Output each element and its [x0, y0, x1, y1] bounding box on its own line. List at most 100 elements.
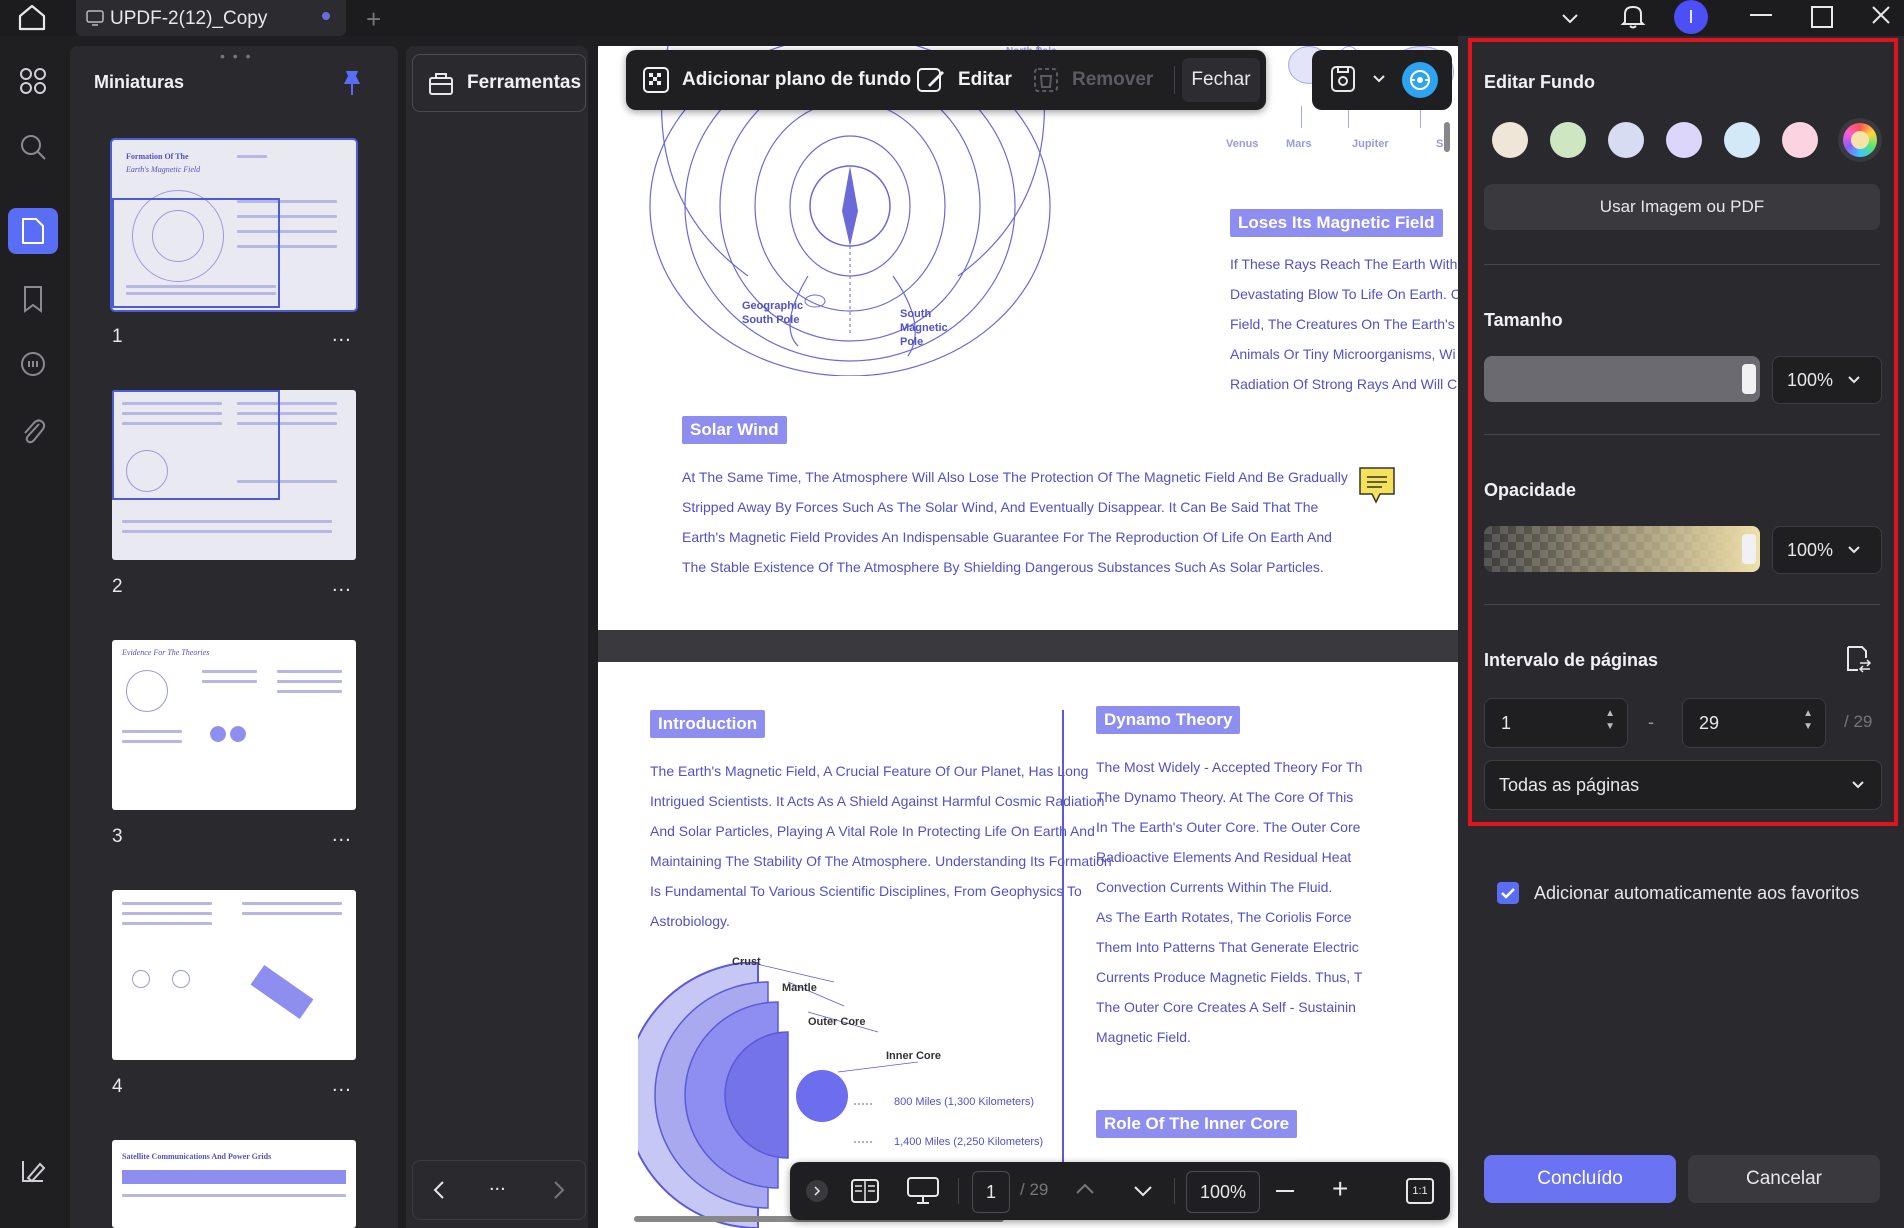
zoom-level-input[interactable]: 100%	[1186, 1171, 1260, 1213]
thumbnails-panel: • • • Miniaturas Formation Of The Earth'…	[70, 46, 398, 1228]
home-icon[interactable]	[14, 2, 50, 32]
diagram-label: Outer Core	[808, 1016, 866, 1028]
use-image-or-pdf-button[interactable]: Usar Imagem ou PDF	[1484, 184, 1880, 230]
opacity-title: Opacidade	[1484, 480, 1577, 500]
cancel-button[interactable]: Cancelar	[1688, 1155, 1880, 1203]
tools-button[interactable]: Ferramentas	[412, 54, 586, 112]
planet-label: S	[1436, 138, 1444, 150]
sidebar-toggle-icon[interactable]	[8, 1148, 58, 1194]
color-swatch-lavender[interactable]	[1666, 122, 1702, 158]
chevron-down-icon[interactable]	[1560, 8, 1580, 28]
section-heading: Dynamo Theory	[1096, 706, 1241, 734]
actual-size-button[interactable]: 1:1	[1406, 1178, 1434, 1204]
document-tab[interactable]: UPDF-2(12)_Copy	[76, 0, 346, 36]
color-swatch-blue-gray[interactable]	[1608, 122, 1644, 158]
chevron-right-icon[interactable]	[551, 1179, 567, 1201]
remove-background-button[interactable]: Remover	[1032, 50, 1153, 110]
next-page-icon[interactable]	[1132, 1184, 1154, 1198]
diagram-label: Magnetic	[900, 322, 948, 334]
page-thumbnail[interactable]: Satellite Communications And Power Grids	[112, 1140, 356, 1228]
page-thumbnail[interactable]: Evidence For The Theories	[112, 640, 356, 810]
thumbnail-more-button[interactable]: ...	[332, 574, 352, 597]
body-text: If These Rays Reach The Earth With	[1230, 256, 1458, 272]
planet-label: Jupiter	[1352, 138, 1389, 150]
zoom-in-icon[interactable]: +	[1332, 1174, 1348, 1204]
bookmark-icon[interactable]	[8, 276, 58, 322]
pin-icon[interactable]	[340, 68, 364, 98]
page-thumbnail[interactable]	[112, 890, 356, 1060]
close-icon[interactable]	[1868, 2, 1894, 28]
collapse-toolbar-icon[interactable]	[806, 1180, 828, 1202]
edit-background-button[interactable]: Editar	[916, 50, 1012, 110]
page-thumbnail[interactable]	[112, 390, 356, 560]
page-thumbnail[interactable]: Formation Of The Earth's Magnetic Field	[112, 140, 356, 310]
add-background-button[interactable]: Adicionar plano de fundo	[642, 50, 911, 110]
size-slider[interactable]	[1484, 356, 1760, 402]
maximize-icon[interactable]	[1811, 6, 1833, 28]
opacity-slider-handle[interactable]	[1742, 534, 1756, 564]
apps-grid-icon[interactable]	[8, 58, 58, 104]
pdf-page: Geographic South Pole South Magnetic Pol…	[598, 46, 1458, 630]
body-text: As The Earth Rotates, The Coriolis Force	[1096, 909, 1352, 925]
page-range-to-input[interactable]: 29 ▲ ▼	[1682, 698, 1826, 748]
ai-assistant-icon[interactable]	[1402, 62, 1438, 98]
planet-label: Mars	[1286, 138, 1312, 150]
stepper-arrows-icon[interactable]: ▲ ▼	[1605, 707, 1615, 733]
diagram-label: Geographic	[742, 300, 804, 312]
more-button[interactable]: ...	[489, 1173, 506, 1196]
thumbnail-more-button[interactable]: ...	[332, 324, 352, 347]
body-text: Earth's Magnetic Field Provides An Indis…	[682, 529, 1332, 545]
checkmark-icon	[1501, 888, 1515, 899]
user-avatar[interactable]: I	[1674, 0, 1708, 34]
document-icon	[86, 10, 104, 26]
custom-color-picker[interactable]	[1838, 118, 1882, 162]
size-dropdown[interactable]: 100%	[1772, 356, 1882, 404]
page-range-select[interactable]: Todas as páginas	[1484, 760, 1882, 810]
stepper-arrows-icon[interactable]: ▲ ▼	[1803, 707, 1813, 733]
document-view[interactable]: Geographic South Pole South Magnetic Pol…	[598, 46, 1458, 1228]
body-text: Maintaining The Stability Of The Atmosph…	[650, 853, 1112, 869]
done-button[interactable]: Concluído	[1484, 1155, 1676, 1203]
size-title: Tamanho	[1484, 310, 1563, 330]
opacity-dropdown[interactable]: 100%	[1772, 526, 1882, 574]
thumbnail-more-button[interactable]: ...	[332, 824, 352, 847]
chevron-left-icon[interactable]	[431, 1179, 447, 1201]
color-swatch-beige[interactable]	[1492, 122, 1528, 158]
body-text: The Outer Core Creates A Self - Sustaini…	[1096, 999, 1356, 1015]
zoom-out-icon[interactable]	[1276, 1190, 1294, 1192]
body-text: The Dynamo Theory. At The Core Of This	[1096, 789, 1354, 805]
vertical-scrollbar[interactable]	[1444, 122, 1450, 152]
size-slider-handle[interactable]	[1742, 364, 1756, 394]
page-range-swap-icon[interactable]	[1844, 644, 1872, 674]
close-background-button[interactable]: Fechar	[1182, 58, 1260, 102]
bell-icon[interactable]	[1620, 2, 1646, 30]
opacity-slider[interactable]	[1484, 526, 1760, 572]
current-page-input[interactable]: 1	[972, 1171, 1010, 1213]
color-swatch-light-blue[interactable]	[1724, 122, 1760, 158]
auto-favorites-checkbox[interactable]	[1497, 882, 1519, 904]
drag-handle[interactable]: • • •	[220, 48, 252, 64]
previous-page-icon[interactable]	[1074, 1182, 1096, 1196]
presentation-icon[interactable]	[906, 1176, 940, 1206]
color-swatch-pink[interactable]	[1782, 122, 1818, 158]
comment-icon[interactable]	[8, 342, 58, 388]
thumbnails-page-icon[interactable]	[8, 208, 58, 254]
color-swatch-green[interactable]	[1550, 122, 1586, 158]
page-range-from-input[interactable]: 1 ▲ ▼	[1484, 698, 1628, 748]
thumbnail-page-number: 3	[112, 826, 123, 847]
body-text: And Solar Particles, Playing A Vital Rol…	[650, 823, 1095, 839]
range-total-label: / 29	[1844, 712, 1873, 731]
comment-note-icon[interactable]	[1358, 466, 1396, 504]
body-text: The Most Widely - Accepted Theory For Th	[1096, 759, 1363, 775]
thumbnail-more-button[interactable]: ...	[332, 1074, 352, 1097]
save-icon[interactable]	[1330, 64, 1356, 94]
page-layout-icon[interactable]	[850, 1178, 880, 1204]
thumbnail-page-number: 1	[112, 326, 123, 347]
chevron-down-icon[interactable]	[1372, 74, 1386, 84]
diagram-label: South Pole	[742, 314, 800, 326]
attachment-icon[interactable]	[8, 408, 58, 454]
search-icon[interactable]	[8, 124, 58, 170]
minimize-icon[interactable]	[1750, 14, 1772, 16]
unsaved-dot	[322, 12, 330, 20]
new-tab-plus-icon[interactable]: +	[366, 4, 381, 35]
